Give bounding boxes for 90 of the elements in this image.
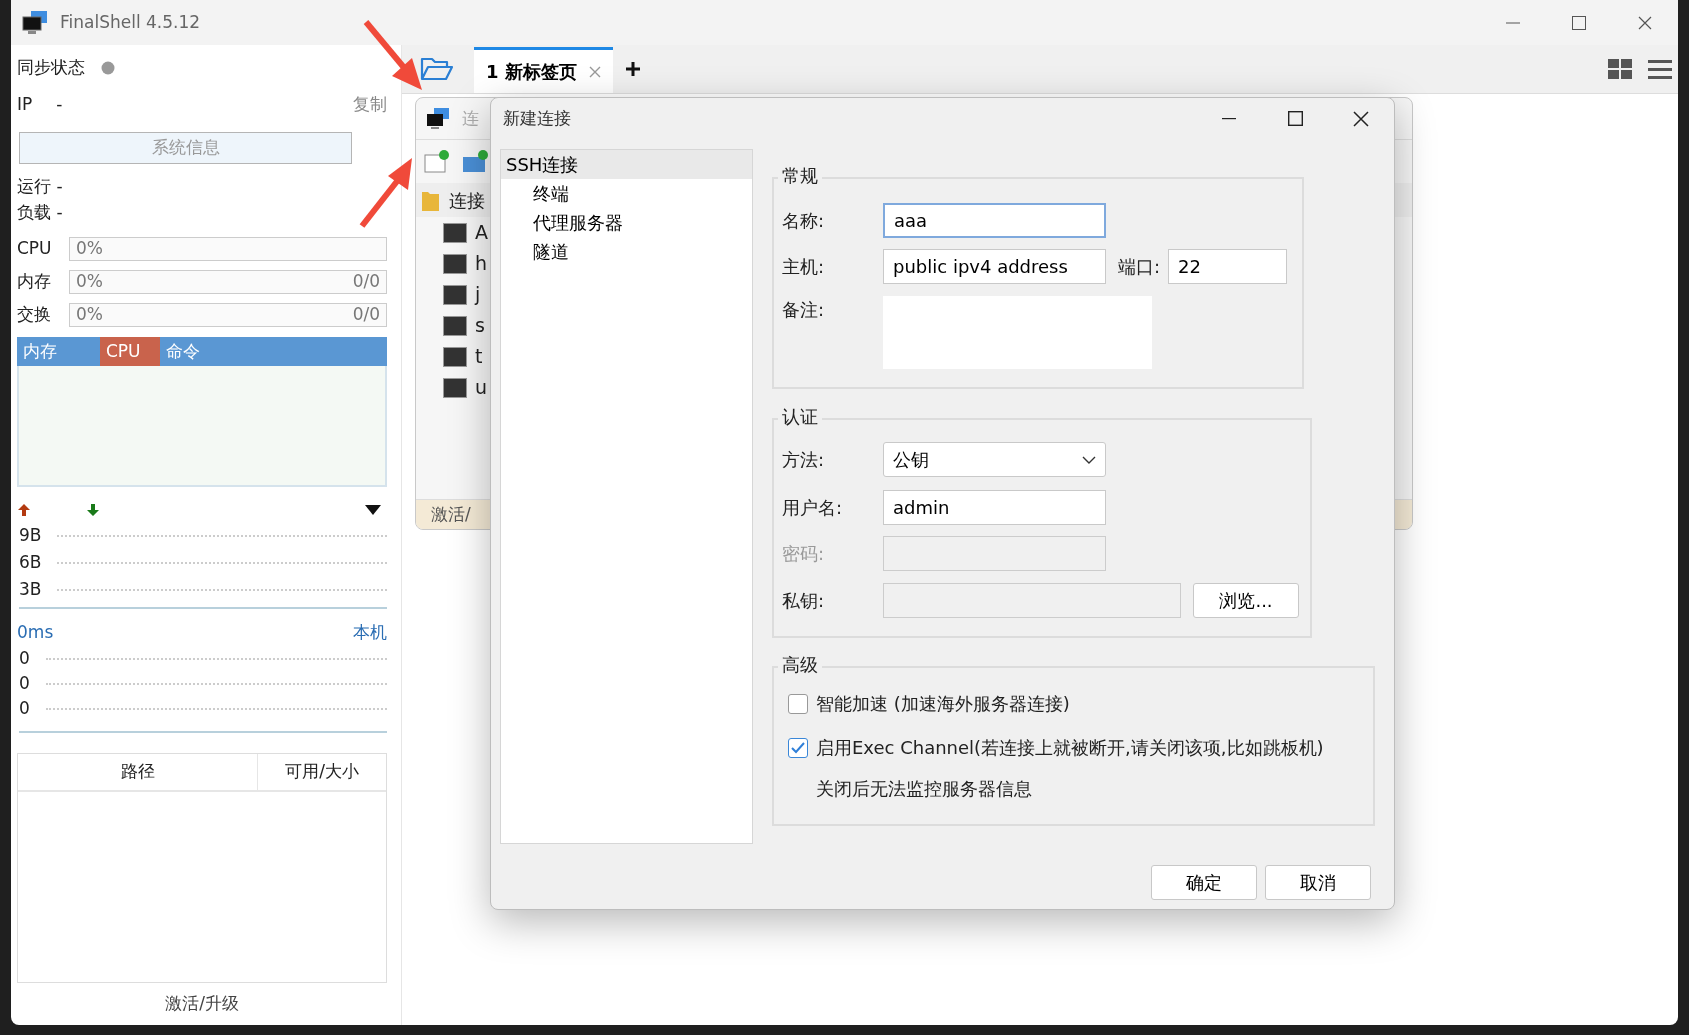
status-dot bbox=[101, 60, 115, 75]
meter-label: CPU bbox=[17, 236, 53, 260]
nav-item[interactable]: SSH连接 bbox=[501, 150, 752, 179]
add-tab-icon[interactable] bbox=[624, 61, 641, 77]
meter-reading: 0% bbox=[76, 269, 103, 293]
option-note: 关闭后无法监控服务器信息 bbox=[816, 777, 1032, 801]
terminal-icon bbox=[443, 377, 467, 398]
nav-item[interactable]: 代理服务器 bbox=[501, 208, 752, 237]
run-status: 运行 - bbox=[17, 175, 63, 199]
checkbox[interactable] bbox=[788, 693, 808, 714]
upload-arrow-icon bbox=[17, 503, 31, 517]
caret-icon bbox=[1082, 455, 1096, 464]
copy-link[interactable]: 复制 bbox=[353, 92, 387, 118]
tree-item[interactable]: t bbox=[475, 342, 483, 371]
tree-item[interactable]: j bbox=[475, 280, 481, 309]
dropdown-icon[interactable] bbox=[365, 505, 381, 515]
terminal-icon bbox=[443, 253, 467, 274]
username-field[interactable]: admin bbox=[883, 490, 1106, 525]
group-title: 常规 bbox=[778, 167, 822, 185]
open-folder-icon[interactable] bbox=[420, 56, 454, 82]
close-icon[interactable] bbox=[1638, 15, 1652, 30]
sync-label: 同步状态 bbox=[17, 55, 85, 79]
new-connection-icon[interactable] bbox=[424, 149, 450, 174]
tree-item[interactable]: s bbox=[475, 311, 485, 340]
grid-view-icon[interactable] bbox=[1608, 59, 1632, 79]
latency-label: 0ms bbox=[17, 620, 54, 644]
group-title: 高级 bbox=[778, 656, 822, 674]
meter-total: 0/0 bbox=[352, 269, 380, 293]
terminal-icon bbox=[443, 284, 467, 305]
meter-total: 0/0 bbox=[352, 302, 380, 326]
close-icon[interactable] bbox=[1353, 110, 1369, 127]
tree-item[interactable]: u bbox=[475, 373, 488, 402]
minimize-icon[interactable] bbox=[1222, 117, 1236, 120]
nav-item[interactable]: 隧道 bbox=[501, 237, 752, 266]
field-label: 备注: bbox=[782, 298, 826, 322]
window-title: FinalShell 4.5.12 bbox=[60, 10, 201, 34]
dialog-title: 新建连接 bbox=[503, 106, 571, 130]
host-field[interactable]: public ipv4 address bbox=[883, 249, 1106, 284]
meter-label: 交换 bbox=[17, 302, 52, 326]
terminal-icon bbox=[443, 346, 467, 367]
tree-item[interactable]: A bbox=[475, 218, 488, 247]
field-label: 方法: bbox=[782, 448, 826, 472]
tree-item[interactable]: 连接 bbox=[449, 186, 485, 214]
field-label: 密码: bbox=[782, 542, 826, 566]
field-label: 主机: bbox=[782, 255, 826, 279]
meter-label: 内存 bbox=[17, 269, 52, 293]
checkbox-label: 启用Exec Channel(若连接上就被断开,请关闭该项,比如跳板机) bbox=[816, 736, 1324, 760]
field-label: 用户名: bbox=[782, 496, 844, 520]
axis-label: 9B bbox=[19, 523, 42, 547]
port-field[interactable]: 22 bbox=[1168, 249, 1288, 284]
browse-button[interactable]: 浏览... bbox=[1193, 583, 1299, 618]
column-header[interactable]: 路径 bbox=[18, 754, 258, 790]
dialog-button[interactable]: 确定 bbox=[1151, 865, 1257, 900]
meter-reading: 0% bbox=[76, 236, 103, 260]
checkbox-label: 智能加速 (加速海外服务器连接) bbox=[816, 692, 1070, 716]
checkbox[interactable] bbox=[788, 737, 808, 758]
dialog-button[interactable]: 取消 bbox=[1265, 865, 1371, 900]
axis-label: 0 bbox=[19, 696, 30, 720]
ip-label: IP bbox=[17, 93, 33, 117]
field-label: 端口: bbox=[1118, 255, 1161, 279]
name-field[interactable]: aaa bbox=[883, 203, 1106, 238]
upgrade-link[interactable]: 激活/ bbox=[431, 501, 471, 528]
tab[interactable]: 1 新标签页 bbox=[474, 47, 613, 93]
ip-value: - bbox=[56, 93, 63, 117]
axis-label: 0 bbox=[19, 671, 30, 695]
tree-item[interactable]: h bbox=[475, 249, 488, 278]
column-header[interactable]: CPU bbox=[100, 337, 160, 366]
field-label: 名称: bbox=[782, 209, 826, 233]
meter-reading: 0% bbox=[76, 302, 103, 326]
axis-label: 6B bbox=[19, 550, 42, 574]
list-view-icon[interactable] bbox=[1648, 59, 1672, 79]
column-header[interactable]: 可用/大小 bbox=[258, 754, 386, 790]
window-title: 连 bbox=[462, 106, 479, 130]
field-label: 私钥: bbox=[782, 589, 826, 613]
axis-label: 0 bbox=[19, 646, 30, 670]
method-dropdown[interactable]: 公钥 bbox=[883, 442, 1106, 477]
maximize-icon[interactable] bbox=[1572, 15, 1586, 30]
host-label: 本机 bbox=[353, 620, 387, 644]
axis-label: 3B bbox=[19, 577, 42, 601]
download-arrow-icon bbox=[86, 503, 100, 517]
app-icon bbox=[22, 10, 48, 35]
upgrade-link[interactable]: 激活/升级 bbox=[165, 991, 239, 1017]
terminal-icon bbox=[443, 222, 467, 243]
nav-item[interactable]: 终端 bbox=[501, 179, 752, 208]
group-title: 认证 bbox=[778, 408, 822, 426]
load-status: 负载 - bbox=[17, 201, 63, 225]
maximize-icon[interactable] bbox=[1287, 111, 1303, 126]
app-icon bbox=[426, 107, 450, 130]
terminal-icon bbox=[443, 315, 467, 336]
new-folder-icon[interactable] bbox=[462, 149, 488, 174]
